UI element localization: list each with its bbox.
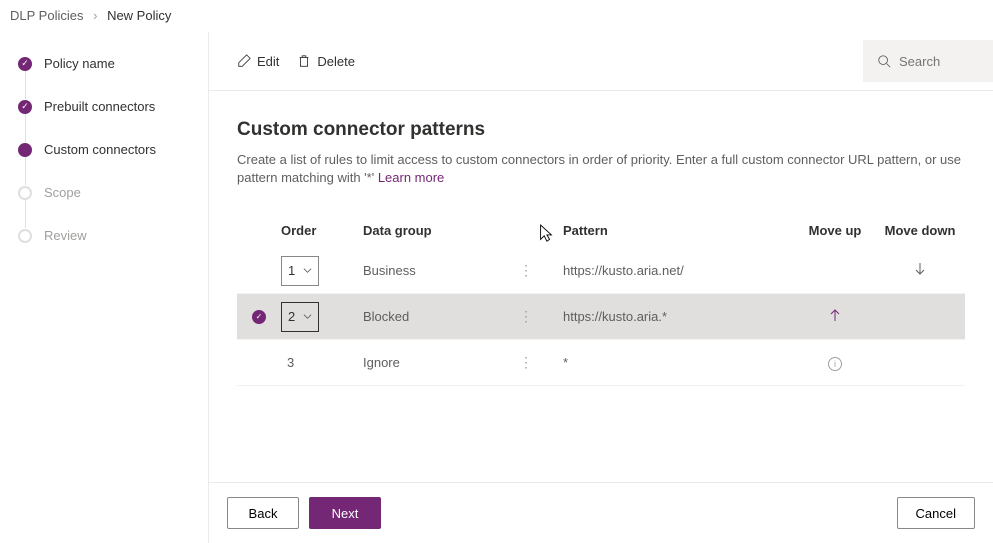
checked-icon — [252, 310, 266, 324]
row-select[interactable] — [237, 310, 281, 324]
step-dot-pending-icon — [18, 229, 32, 243]
table-row[interactable]: 1 Business ⋮ https://kusto.aria.net/ — [237, 248, 965, 294]
breadcrumb-current: New Policy — [107, 8, 171, 23]
step-dot-current-icon — [18, 143, 32, 157]
order-dropdown[interactable]: 1 — [281, 256, 319, 286]
step-scope[interactable]: Scope — [18, 185, 208, 200]
step-policy-name[interactable]: Policy name — [18, 56, 208, 71]
order-dropdown[interactable]: 2 — [281, 302, 319, 332]
header-data-group[interactable]: Data group — [363, 223, 563, 238]
step-dot-done-icon — [18, 100, 32, 114]
pattern-value: https://kusto.aria.* — [563, 309, 795, 324]
header-move-down[interactable]: Move down — [875, 223, 965, 238]
data-group-value: Ignore — [363, 355, 400, 370]
page-title: Custom connector patterns — [237, 119, 965, 141]
info-icon[interactable]: i — [828, 357, 842, 371]
data-group-value: Blocked — [363, 309, 409, 324]
wizard-footer: Back Next Cancel — [209, 482, 993, 543]
search-input[interactable] — [899, 54, 979, 69]
rules-table: Order Data group Pattern Move up Move do… — [237, 213, 965, 386]
chevron-down-icon — [303, 312, 312, 321]
more-actions-icon[interactable]: ⋮ — [519, 262, 533, 279]
arrow-down-icon — [912, 261, 928, 277]
step-dot-pending-icon — [18, 186, 32, 200]
learn-more-link[interactable]: Learn more — [378, 170, 444, 185]
back-button[interactable]: Back — [227, 497, 299, 529]
edit-button[interactable]: Edit — [237, 54, 279, 69]
pattern-value: https://kusto.aria.net/ — [563, 263, 795, 278]
order-value: 3 — [281, 355, 294, 370]
table-row[interactable]: 3 Ignore ⋮ * i — [237, 340, 965, 386]
wizard-sidebar: Policy name Prebuilt connectors Custom c… — [0, 32, 208, 543]
delete-icon — [297, 54, 311, 68]
next-button[interactable]: Next — [309, 497, 381, 529]
info-cell: i — [795, 355, 875, 371]
data-group-value: Business — [363, 263, 416, 278]
pattern-value: * — [563, 355, 795, 370]
search-box[interactable] — [863, 40, 993, 82]
page-description: Create a list of rules to limit access t… — [237, 151, 965, 187]
header-order[interactable]: Order — [281, 223, 363, 238]
step-review[interactable]: Review — [18, 228, 208, 243]
breadcrumb: DLP Policies › New Policy — [0, 0, 993, 32]
table-row[interactable]: 2 Blocked ⋮ https://kusto.aria.* — [237, 294, 965, 340]
cancel-button[interactable]: Cancel — [897, 497, 975, 529]
breadcrumb-separator: › — [93, 8, 97, 23]
toolbar: Edit Delete — [209, 32, 993, 91]
step-prebuilt-connectors[interactable]: Prebuilt connectors — [18, 99, 208, 114]
header-move-up[interactable]: Move up — [795, 223, 875, 238]
chevron-down-icon — [303, 266, 312, 275]
arrow-up-icon — [827, 307, 843, 323]
breadcrumb-parent[interactable]: DLP Policies — [10, 8, 83, 23]
move-down-button[interactable] — [875, 261, 965, 280]
delete-button[interactable]: Delete — [297, 54, 355, 69]
table-header: Order Data group Pattern Move up Move do… — [237, 213, 965, 248]
more-actions-icon[interactable]: ⋮ — [519, 308, 533, 325]
more-actions-icon[interactable]: ⋮ — [519, 354, 533, 371]
step-custom-connectors[interactable]: Custom connectors — [18, 142, 208, 157]
edit-icon — [237, 54, 251, 68]
search-icon — [877, 54, 891, 68]
header-pattern[interactable]: Pattern — [563, 223, 795, 238]
move-up-button[interactable] — [795, 307, 875, 326]
step-dot-done-icon — [18, 57, 32, 71]
